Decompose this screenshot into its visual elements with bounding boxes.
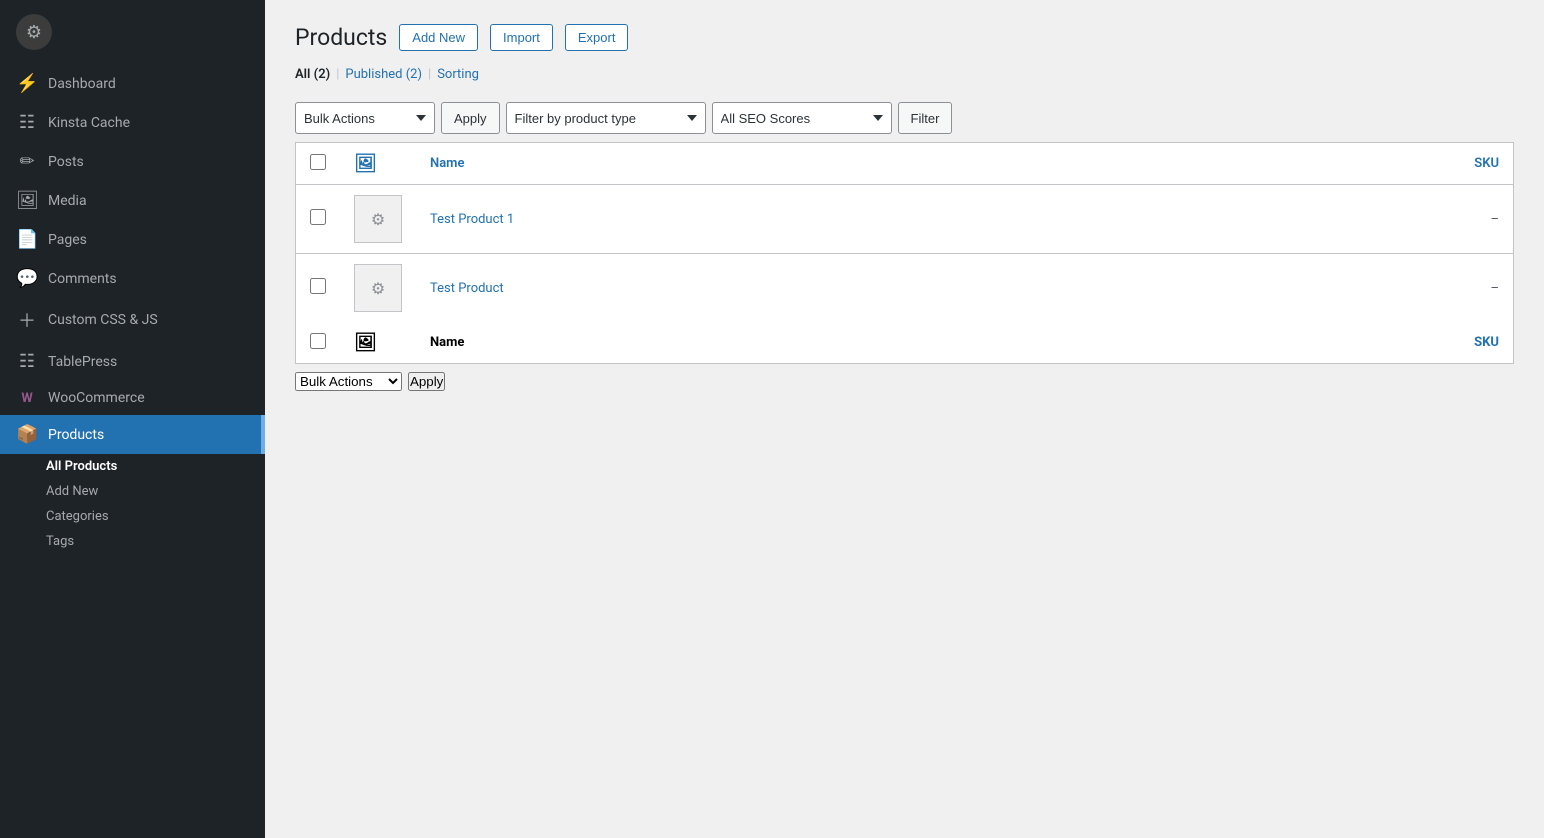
name-footer[interactable]: Name [416,322,1160,364]
sub-nav: All (2) | Published (2) | Sorting [295,67,1514,82]
sidebar-item-label: WooCommerce [48,390,145,406]
row-name-2[interactable]: Test Product [416,254,1160,323]
pages-icon: 📄 [16,229,38,250]
media-icon: 🖼 [16,190,38,211]
sidebar-item-woocommerce[interactable]: W WooCommerce [0,381,265,415]
select-all-footer[interactable] [296,322,341,364]
thumb-icon: 🖼 [354,153,377,174]
placeholder-image-icon: ⚙ [371,210,385,229]
subnav-sep-2: | [428,67,431,82]
sidebar-item-label: TablePress [48,354,117,370]
sidebar-item-label: Pages [48,232,87,248]
sidebar: ⚙ ⚡ Dashboard ☷ Kinsta Cache ✏ Posts 🖼 M… [0,0,265,838]
table-header-row: 🖼 Name SKU [296,143,1514,185]
placeholder-image-icon-2: ⚙ [371,279,385,298]
main-content: Products Add New Import Export All (2) |… [265,0,1544,838]
thumb-header: 🖼 [340,143,416,185]
sku-footer[interactable]: SKU [1160,322,1514,364]
sidebar-item-comments[interactable]: 💬 Comments [0,259,265,298]
bulk-actions-select-top[interactable]: Bulk Actions Edit Move to Trash [295,102,435,134]
sidebar-item-pages[interactable]: 📄 Pages [0,220,265,259]
top-toolbar: Bulk Actions Edit Move to Trash Apply Fi… [295,94,1514,142]
subnav-all[interactable]: All (2) [295,67,330,82]
thumb-footer-icon: 🖼 [354,332,377,353]
comments-icon: 💬 [16,268,38,289]
subnav-sep-1: | [336,67,339,82]
row-thumb-2: ⚙ [340,254,416,323]
sidebar-item-label: Products [48,427,104,443]
row-sku-2: – [1160,254,1514,323]
apply-button-bottom[interactable]: Apply [408,372,445,391]
sidebar-item-dashboard[interactable]: ⚡ Dashboard [0,64,265,103]
sidebar-item-posts[interactable]: ✏ Posts [0,142,265,181]
dashboard-icon: ⚡ [16,73,38,94]
name-header[interactable]: Name [416,143,1160,185]
woocommerce-icon: W [16,391,38,406]
sidebar-item-label: Comments [48,271,117,287]
filter-product-type-select[interactable]: Filter by product type Simple product Va… [506,102,706,134]
row-checkbox-2[interactable] [310,278,326,294]
sidebar-sub-item-add-new[interactable]: Add New [0,479,265,504]
sidebar-item-media[interactable]: 🖼 Media [0,181,265,220]
sidebar-item-kinsta-cache[interactable]: ☷ Kinsta Cache [0,103,265,142]
sidebar-item-label: Media [48,193,87,209]
subnav-sorting[interactable]: Sorting [437,67,479,82]
wp-logo-icon: ⚙ [16,14,52,50]
sidebar-sub-item-all-products[interactable]: All Products [0,454,265,479]
row-sku-1: – [1160,185,1514,254]
apply-button-top[interactable]: Apply [441,102,500,134]
select-all-footer-checkbox[interactable] [310,333,326,349]
posts-icon: ✏ [16,151,38,172]
page-title: Products [295,24,387,51]
products-icon: 📦 [16,424,38,445]
product-image-1: ⚙ [354,195,402,243]
product-name-link-2[interactable]: Test Product [430,281,504,296]
sidebar-sub-item-tags[interactable]: Tags [0,529,265,554]
table-row: ⚙ Test Product 1 – [296,185,1514,254]
select-all-header[interactable] [296,143,341,185]
sidebar-item-custom-css[interactable]: ＋ Custom CSS & JS [0,298,265,342]
tablepress-icon: ☷ [16,351,38,372]
bottom-toolbar: Bulk Actions Edit Move to Trash Apply [295,364,1514,399]
kinsta-icon: ☷ [16,112,38,133]
sidebar-logo: ⚙ [0,0,265,64]
sidebar-sub-item-categories[interactable]: Categories [0,504,265,529]
sidebar-item-products[interactable]: 📦 Products [0,415,265,454]
product-image-2: ⚙ [354,264,402,312]
page-header: Products Add New Import Export [295,24,1514,51]
sidebar-item-tablepress[interactable]: ☷ TablePress [0,342,265,381]
row-checkbox-cell-2 [296,254,341,323]
add-new-button[interactable]: Add New [399,24,478,51]
products-table: 🖼 Name SKU ⚙ [295,142,1514,364]
row-thumb-1: ⚙ [340,185,416,254]
table-footer-row: 🖼 Name SKU [296,322,1514,364]
select-all-checkbox[interactable] [310,154,326,170]
sidebar-item-label: Dashboard [48,76,116,92]
row-name-1[interactable]: Test Product 1 [416,185,1160,254]
export-button[interactable]: Export [565,24,629,51]
row-checkbox-1[interactable] [310,209,326,225]
row-checkbox-cell-1 [296,185,341,254]
import-button[interactable]: Import [490,24,553,51]
thumb-footer: 🖼 [340,322,416,364]
subnav-published[interactable]: Published (2) [345,67,422,82]
sku-header[interactable]: SKU [1160,143,1514,185]
bulk-actions-select-bottom[interactable]: Bulk Actions Edit Move to Trash [295,372,402,391]
sidebar-item-label: Custom CSS & JS [48,312,158,328]
seo-scores-select[interactable]: All SEO Scores Good OK Poor No Score [712,102,892,134]
sidebar-item-label: Posts [48,154,84,170]
product-name-link-1[interactable]: Test Product 1 [430,212,514,227]
table-row: ⚙ Test Product – [296,254,1514,323]
filter-button[interactable]: Filter [898,102,953,134]
sidebar-item-label: Kinsta Cache [48,115,130,131]
custom-css-icon: ＋ [16,307,38,333]
